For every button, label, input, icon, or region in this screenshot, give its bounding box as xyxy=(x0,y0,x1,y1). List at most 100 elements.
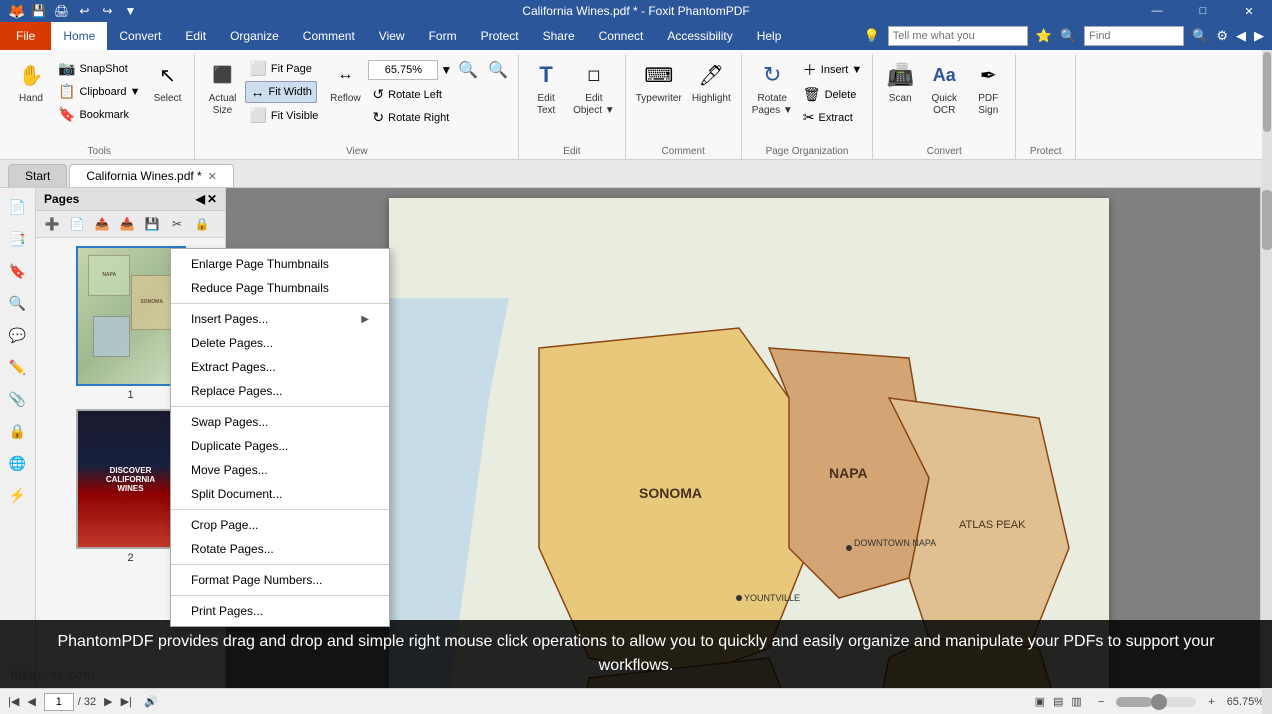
menu-home[interactable]: Home xyxy=(51,22,107,50)
panel-nav-close[interactable]: ✕ xyxy=(207,192,217,206)
menu-help[interactable]: Help xyxy=(745,22,794,50)
ctx-insert-pages[interactable]: Insert Pages... ▶ xyxy=(171,307,389,331)
bookmark-btn[interactable]: 🔖Bookmark xyxy=(54,104,144,125)
tab-start[interactable]: Start xyxy=(8,164,67,187)
ctx-enlarge-thumbs[interactable]: Enlarge Page Thumbnails xyxy=(171,252,389,276)
viewer-scrollbar-thumb[interactable] xyxy=(1262,190,1272,250)
view-single-btn[interactable]: ▣ xyxy=(1035,695,1045,708)
view-continuous-btn[interactable]: ▤ xyxy=(1053,695,1063,708)
actual-size-btn[interactable]: ⬛ ActualSize xyxy=(201,56,243,120)
view-facing-btn[interactable]: ▥ xyxy=(1071,695,1081,708)
sidebar-layers-icon[interactable]: 📑 xyxy=(3,224,33,254)
find-input[interactable] xyxy=(1084,26,1184,46)
sidebar-action-icon[interactable]: ⚡ xyxy=(3,480,33,510)
viewer-scrollbar[interactable] xyxy=(1260,188,1272,688)
menu-view[interactable]: View xyxy=(367,22,417,50)
ctx-reduce-thumbs[interactable]: Reduce Page Thumbnails xyxy=(171,276,389,300)
close-btn[interactable]: ✕ xyxy=(1226,0,1272,22)
fit-visible-btn[interactable]: ⬜Fit Visible xyxy=(245,105,322,126)
sidebar-attach-icon[interactable]: 📎 xyxy=(3,384,33,414)
ctx-swap-pages[interactable]: Swap Pages... xyxy=(171,410,389,434)
hand-tool-btn[interactable]: ✋ Hand xyxy=(10,56,52,108)
snapshot-btn[interactable]: 📷SnapShot xyxy=(54,58,144,79)
minimize-btn[interactable]: — xyxy=(1134,0,1180,22)
rotate-right-btn[interactable]: ↻Rotate Right xyxy=(368,107,512,128)
status-nav-end-btn[interactable]: ▶| xyxy=(121,695,132,708)
status-nav-next-btn[interactable]: ▶ xyxy=(104,695,112,708)
pages-scrollbar-thumb[interactable] xyxy=(1263,52,1271,132)
clipboard-btn[interactable]: 📋Clipboard ▼ xyxy=(54,81,144,102)
zoom-out-btn[interactable]: 🔍 xyxy=(484,58,512,82)
zoom-slider[interactable] xyxy=(1116,697,1196,707)
zoom-in-btn[interactable]: 🔍 xyxy=(454,58,482,82)
panel-save-btn[interactable]: 💾 xyxy=(140,213,164,235)
panel-lock-btn[interactable]: 🔒 xyxy=(190,213,214,235)
panel-nav-prev[interactable]: ◀ xyxy=(196,192,205,206)
sidebar-security-icon[interactable]: 🔒 xyxy=(3,416,33,446)
menu-form[interactable]: Form xyxy=(417,22,469,50)
maximize-btn[interactable]: □ xyxy=(1180,0,1226,22)
fit-width-btn[interactable]: ↔Fit Width xyxy=(245,81,316,103)
sidebar-page-icon[interactable]: 📄 xyxy=(3,192,33,222)
extract-btn[interactable]: ✂Extract xyxy=(799,107,866,128)
quick-ocr-btn[interactable]: Aa QuickOCR xyxy=(923,56,965,120)
menu-connect[interactable]: Connect xyxy=(587,22,656,50)
scan-btn[interactable]: 📠 Scan xyxy=(879,56,921,108)
zoom-level-input[interactable] xyxy=(368,60,438,80)
rotate-left-btn[interactable]: ↺Rotate Left xyxy=(368,84,512,105)
ctx-duplicate-pages[interactable]: Duplicate Pages... xyxy=(171,434,389,458)
menu-organize[interactable]: Organize xyxy=(218,22,291,50)
menu-convert[interactable]: Convert xyxy=(107,22,173,50)
sidebar-markup-icon[interactable]: ✏️ xyxy=(3,352,33,382)
menu-share[interactable]: Share xyxy=(531,22,587,50)
nav-prev-icon[interactable]: ◀ xyxy=(1236,28,1246,44)
rotate-pages-btn[interactable]: ↻ RotatePages ▼ xyxy=(748,56,797,120)
sidebar-comment-icon[interactable]: 💬 xyxy=(3,320,33,350)
edit-text-btn[interactable]: T EditText xyxy=(525,56,567,120)
reflow-btn[interactable]: ↔ Reflow xyxy=(324,56,366,108)
pdf-sign-btn[interactable]: ✒ PDFSign xyxy=(967,56,1009,120)
highlight-btn[interactable]: 🖊 Highlight xyxy=(688,56,735,108)
tab-close-btn[interactable]: ✕ xyxy=(208,170,217,183)
sidebar-search-icon[interactable]: 🔍 xyxy=(3,288,33,318)
ctx-extract-pages[interactable]: Extract Pages... xyxy=(171,355,389,379)
status-nav-start-btn[interactable]: |◀ xyxy=(8,695,19,708)
ctx-move-pages[interactable]: Move Pages... xyxy=(171,458,389,482)
panel-export-btn[interactable]: 📤 xyxy=(90,213,114,235)
quick-ocr-icon: Aa xyxy=(928,59,960,91)
menu-protect[interactable]: Protect xyxy=(469,22,531,50)
ctx-rotate-pages[interactable]: Rotate Pages... xyxy=(171,537,389,561)
panel-insert-btn[interactable]: ➕ xyxy=(40,213,64,235)
sidebar-web-icon[interactable]: 🌐 xyxy=(3,448,33,478)
tab-california-wines[interactable]: California Wines.pdf * ✕ xyxy=(69,164,234,187)
ctx-delete-pages[interactable]: Delete Pages... xyxy=(171,331,389,355)
menu-edit[interactable]: Edit xyxy=(173,22,218,50)
tell-me-input[interactable] xyxy=(888,26,1028,46)
zoom-out-status-btn[interactable]: − xyxy=(1098,696,1104,708)
menu-accessibility[interactable]: Accessibility xyxy=(655,22,744,50)
zoom-dropdown-arrow[interactable]: ▼ xyxy=(440,63,452,77)
ctx-format-page-numbers[interactable]: Format Page Numbers... xyxy=(171,568,389,592)
nav-next-icon[interactable]: ▶ xyxy=(1254,28,1264,44)
page-number-input[interactable] xyxy=(44,693,74,711)
zoom-in-status-btn[interactable]: + xyxy=(1208,696,1214,708)
panel-page-btn[interactable]: 📄 xyxy=(65,213,89,235)
status-nav-prev-btn[interactable]: ◀ xyxy=(27,695,35,708)
insert-btn[interactable]: ＋Insert ▼ xyxy=(799,58,866,82)
select-tool-btn[interactable]: ↖ Select xyxy=(146,56,188,108)
panel-import-btn[interactable]: 📥 xyxy=(115,213,139,235)
menu-file[interactable]: File xyxy=(0,22,51,50)
delete-btn[interactable]: 🗑Delete xyxy=(799,84,866,105)
sidebar-bookmarks-icon[interactable]: 🔖 xyxy=(3,256,33,286)
edit-object-btn[interactable]: ◻ EditObject ▼ xyxy=(569,56,619,120)
ctx-replace-pages[interactable]: Replace Pages... xyxy=(171,379,389,403)
menu-comment[interactable]: Comment xyxy=(291,22,367,50)
fit-page-btn[interactable]: ⬜Fit Page xyxy=(245,58,315,79)
ctx-print-pages[interactable]: Print Pages... xyxy=(171,599,389,623)
ctx-crop-page[interactable]: Crop Page... xyxy=(171,513,389,537)
typewriter-btn[interactable]: ⌨ Typewriter xyxy=(632,56,686,108)
ctx-split-document[interactable]: Split Document... xyxy=(171,482,389,506)
panel-cut-btn[interactable]: ✂ xyxy=(165,213,189,235)
audio-btn[interactable]: 🔊 xyxy=(144,695,158,708)
zoom-slider-thumb[interactable] xyxy=(1151,694,1167,710)
